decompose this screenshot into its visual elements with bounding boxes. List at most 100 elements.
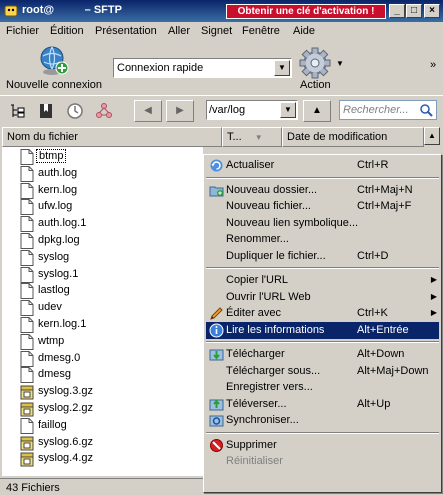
search-input[interactable]: Rechercher... — [339, 100, 437, 120]
submenu-arrow-icon: ▶ — [430, 291, 437, 301]
bonjour-icon[interactable] — [95, 102, 113, 120]
file-row[interactable]: dmesg.0 — [2, 350, 203, 367]
menu-item-telecharger-sous[interactable]: Télécharger sous... Alt+Maj+Down — [206, 363, 439, 380]
search-icon[interactable] — [419, 103, 433, 117]
file-name: lastlog — [38, 284, 70, 297]
sort-icon: ▼ — [254, 133, 263, 142]
file-icon — [20, 165, 34, 182]
main-toolbar: Nouvelle connexion Connexion rapide ▼ Ac… — [0, 41, 443, 93]
chevron-down-icon[interactable]: ▼ — [280, 102, 296, 118]
file-name: auth.log.1 — [38, 217, 87, 230]
menu-item-enregistrer-vers[interactable]: Enregistrer vers... — [206, 379, 439, 396]
menu-item-dupliquer-le-fichier[interactable]: Dupliquer le fichier... Ctrl+D — [206, 248, 439, 265]
menu-item-actualiser[interactable]: Actualiser Ctrl+R — [206, 157, 439, 174]
back-button[interactable]: ◀ — [134, 100, 162, 122]
refresh-icon — [209, 158, 224, 173]
chevron-down-icon[interactable]: ▼ — [274, 60, 290, 76]
menu-item-copier-l-url[interactable]: Copier l'URL ▶ — [206, 272, 439, 289]
file-row[interactable]: syslog — [2, 249, 203, 266]
action-label[interactable]: Action — [300, 79, 331, 91]
column-type-label: T... — [227, 131, 242, 143]
file-row[interactable]: auth.log — [2, 165, 203, 182]
toolbar-overflow-icon[interactable]: » — [430, 59, 436, 71]
minimize-button[interactable]: _ — [389, 4, 405, 18]
file-row[interactable]: udev — [2, 299, 203, 317]
menu-separator — [206, 267, 439, 269]
file-row[interactable]: ufw.log — [2, 198, 203, 216]
file-row[interactable]: btmp — [2, 148, 203, 165]
menu-item-lire-les-informations[interactable]: Lire les informations Alt+Entrée — [206, 321, 439, 339]
menu-item-nouveau-fichier[interactable]: Nouveau fichier... Ctrl+Maj+F — [206, 198, 439, 215]
file-row[interactable]: kern.log.1 — [2, 316, 203, 333]
menu-item-synchroniser[interactable]: Synchroniser... — [206, 412, 439, 429]
menu-edition[interactable]: Édition — [50, 25, 84, 37]
history-icon[interactable] — [66, 102, 84, 120]
parent-directory-button[interactable]: ▲ — [303, 100, 331, 122]
menu-fichier[interactable]: Fichier — [6, 25, 39, 37]
file-name: wtmp — [38, 334, 65, 347]
arrow-up-icon: ▲ — [312, 105, 322, 116]
menu-presentation[interactable]: Présentation — [95, 25, 157, 37]
file-row[interactable]: auth.log.1 — [2, 215, 203, 233]
archive-icon — [20, 435, 34, 451]
outline-view-icon[interactable] — [8, 102, 26, 120]
activation-banner[interactable]: Obtenir une clé d'activation ! — [226, 4, 386, 19]
gear-icon[interactable] — [298, 47, 334, 79]
file-name: dmesg.0 — [38, 351, 81, 364]
menu-item-label: Télécharger — [226, 348, 285, 360]
bookmarks-icon[interactable] — [37, 102, 55, 120]
file-row[interactable]: syslog.2.gz — [2, 400, 203, 417]
menu-signet[interactable]: Signet — [201, 25, 232, 37]
file-name: faillog — [38, 418, 67, 431]
menu-item-nouveau-lien-symbolique[interactable]: Nouveau lien symbolique... — [206, 215, 439, 232]
file-row[interactable]: dpkg.log — [2, 232, 203, 249]
new-connection-icon[interactable] — [38, 45, 70, 77]
menu-item-label: Supprimer — [226, 438, 277, 451]
column-modified[interactable]: Date de modification — [282, 127, 424, 147]
action-dropdown-icon[interactable]: ▼ — [336, 59, 344, 68]
menu-item-supprimer[interactable]: Supprimer — [206, 437, 439, 454]
file-row[interactable]: faillog — [2, 417, 203, 434]
close-button[interactable]: × — [424, 4, 440, 18]
file-row[interactable]: wtmp — [2, 333, 203, 350]
path-value: /var/log — [209, 104, 246, 116]
menu-item-telecharger[interactable]: Télécharger Alt+Down — [206, 346, 439, 363]
menu-item-televerser[interactable]: Téléverser... Alt+Up — [206, 396, 439, 413]
menu-item-nouveau-dossier[interactable]: Nouveau dossier... Ctrl+Maj+N — [206, 182, 439, 199]
file-name: dmesg — [38, 368, 72, 381]
scroll-up-button[interactable]: ▲ — [424, 127, 440, 145]
menu-item-label: Lire les informations — [226, 323, 325, 336]
forward-button[interactable]: ▶ — [166, 100, 194, 122]
file-icon — [20, 333, 34, 350]
menu-bar: Fichier Édition Présentation Aller Signe… — [0, 22, 443, 41]
file-icon — [20, 249, 34, 266]
menu-separator — [206, 176, 439, 179]
column-headers: Nom du fichier T... ▼ Date de modificati… — [2, 127, 424, 147]
menu-fenetre[interactable]: Fenêtre — [242, 25, 280, 37]
file-row[interactable]: kern.log — [2, 182, 203, 199]
file-name: kern.log — [38, 183, 78, 196]
menu-item-label: Nouveau dossier... — [226, 183, 318, 196]
column-name[interactable]: Nom du fichier — [2, 127, 222, 147]
menu-aide[interactable]: Aide — [293, 25, 315, 37]
file-row[interactable]: syslog.1 — [2, 266, 203, 283]
submenu-arrow-icon: ▶ — [430, 308, 437, 317]
menu-item-ouvrir-l-url-web[interactable]: Ouvrir l'URL Web ▶ — [206, 289, 439, 306]
menu-aller[interactable]: Aller — [168, 25, 190, 37]
file-list[interactable]: btmp auth.log kern.log ufw.log auth.log.1 dpk… — [2, 147, 203, 476]
menu-item-renommer[interactable]: Renommer... — [206, 231, 439, 248]
navigation-toolbar: ◀ ▶ /var/log ▼ ▲ Rechercher... — [0, 95, 443, 125]
quick-connect-combo[interactable]: Connexion rapide ▼ — [113, 58, 292, 78]
file-row[interactable]: lastlog — [2, 282, 203, 300]
maximize-button[interactable]: □ — [406, 4, 422, 18]
info-icon — [209, 323, 224, 338]
new-connection-label[interactable]: Nouvelle connexion — [6, 79, 102, 91]
file-row[interactable]: dmesg — [2, 366, 203, 384]
menu-item-shortcut: Alt+Entrée — [357, 323, 409, 336]
menu-item-editer-avec[interactable]: Éditer avec Ctrl+K ▶ — [206, 305, 439, 322]
file-row[interactable]: syslog.3.gz — [2, 383, 203, 400]
column-type[interactable]: T... ▼ — [222, 127, 282, 147]
file-row[interactable]: syslog.6.gz — [2, 434, 203, 451]
path-selector[interactable]: /var/log ▼ — [206, 100, 298, 120]
file-row[interactable]: syslog.4.gz — [2, 450, 203, 467]
